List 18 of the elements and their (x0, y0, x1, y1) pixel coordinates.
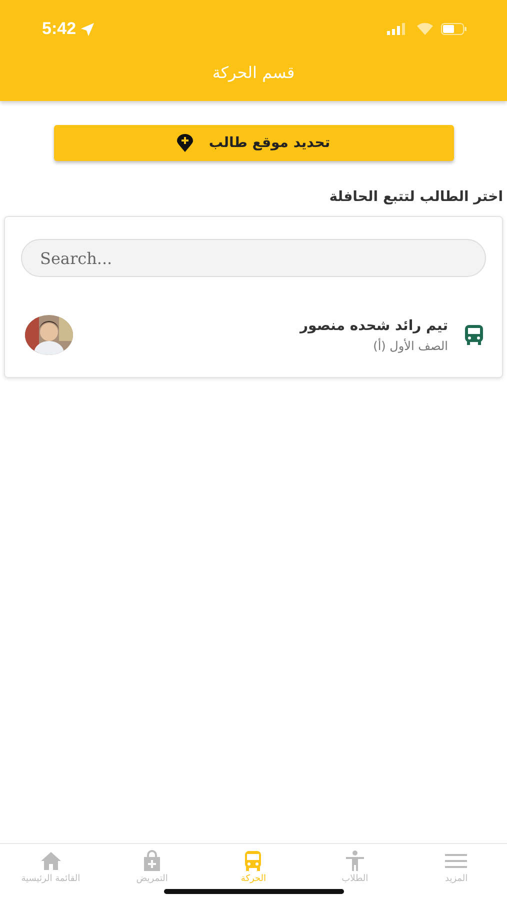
home-icon (40, 850, 62, 872)
person-icon (344, 850, 366, 872)
locate-student-button[interactable]: تحديد موقع طالب (54, 125, 454, 161)
location-arrow-icon (80, 22, 96, 36)
tab[interactable]: الطلاب (304, 844, 406, 900)
search-field[interactable]: Search... (21, 239, 486, 277)
tab[interactable]: القائمة الرئيسية (0, 844, 102, 900)
tab[interactable]: المزيد (406, 844, 507, 900)
section-title: اختر الطالب لتتبع الحافلة (329, 188, 503, 207)
battery-icon (441, 23, 467, 35)
bus-icon (464, 325, 484, 345)
wifi-icon (417, 23, 433, 35)
student-grade: الصف الأول (أ) (372, 337, 448, 354)
tab[interactable]: التمريض (101, 844, 203, 900)
location-pin-plus-icon (176, 134, 193, 152)
header-title: قسم الحركة (212, 62, 295, 84)
status-time: 5:42 (42, 18, 76, 40)
student-name[interactable]: تيم رائد شحده منصور (300, 316, 448, 336)
